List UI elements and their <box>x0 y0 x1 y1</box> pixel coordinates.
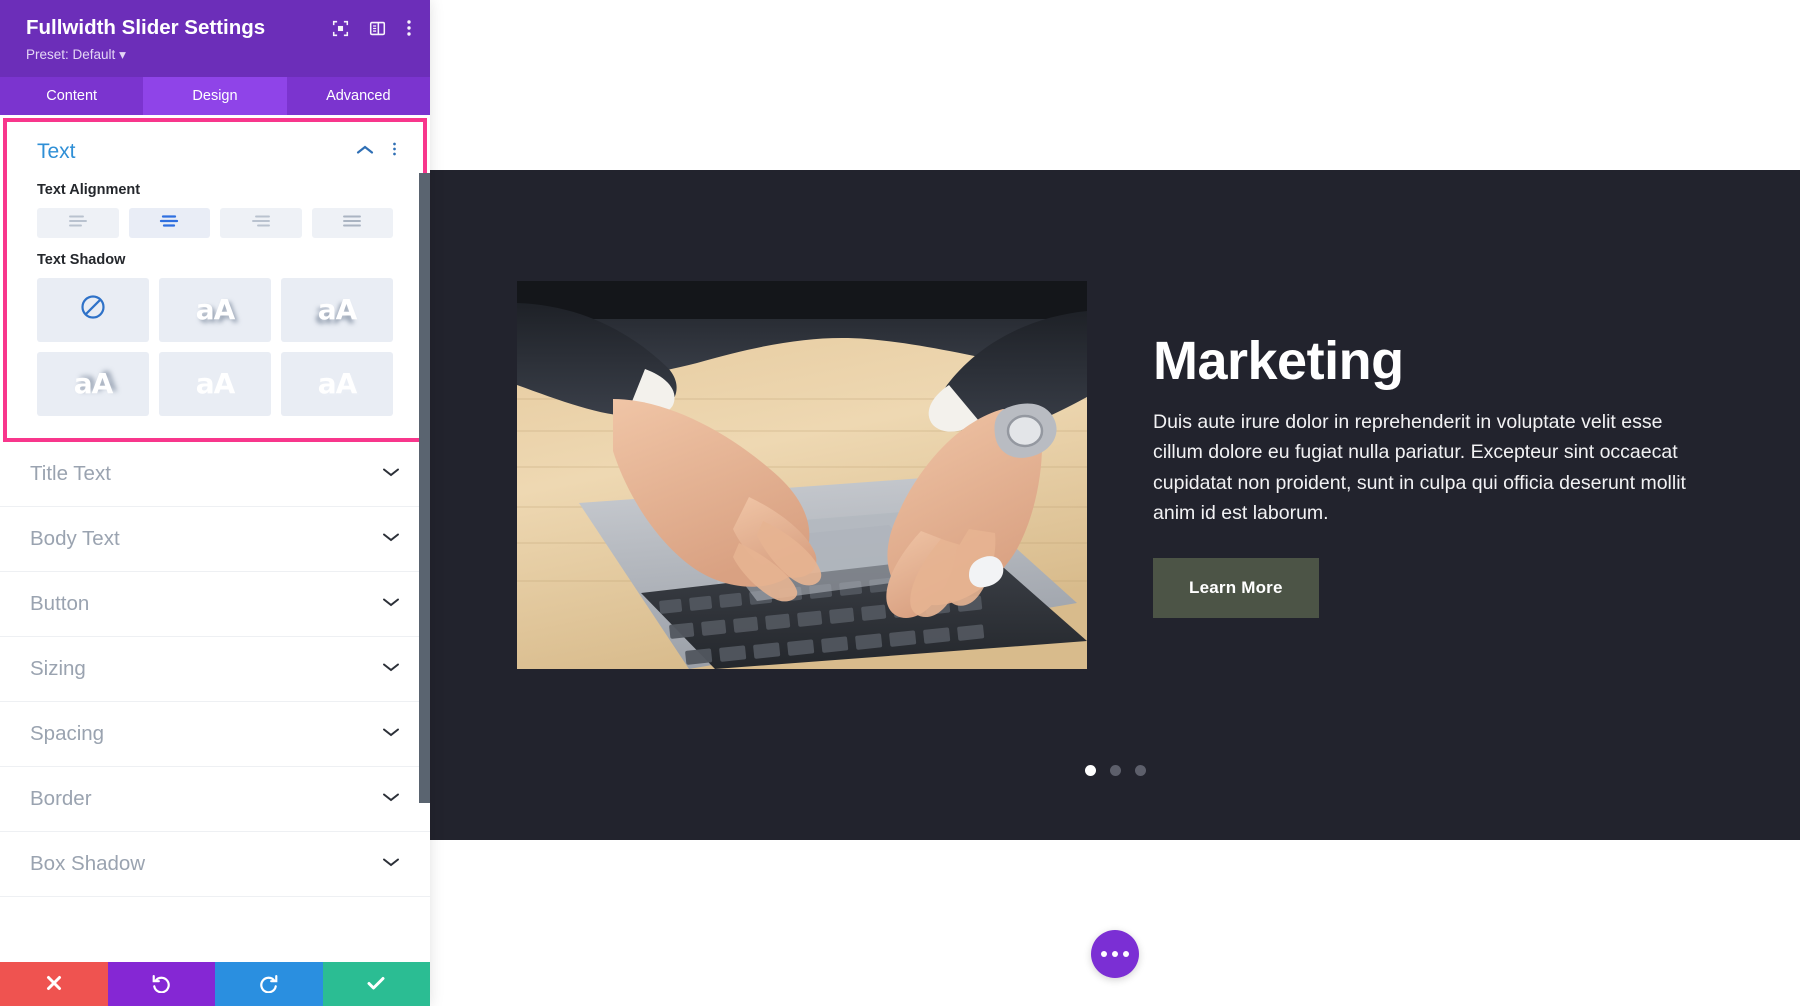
website-preview: Marketing Duis aute irure dolor in repre… <box>430 0 1800 1006</box>
cancel-button[interactable] <box>0 962 108 1006</box>
section-options-more-icon[interactable] <box>392 140 397 163</box>
section-text-title: Text <box>37 139 76 163</box>
module-settings-panel: Fullwidth Slider Settings Preset: Defaul… <box>0 0 430 1006</box>
text-shadow-preview-glyph: aA <box>317 366 358 400</box>
panel-scrollbar-thumb[interactable] <box>419 172 430 803</box>
chevron-down-icon <box>382 660 400 678</box>
redo-icon <box>259 973 279 996</box>
text-alignment-group <box>37 207 393 238</box>
text-alignment-label: Text Alignment <box>37 181 141 198</box>
slider-dot-1[interactable] <box>1084 765 1096 776</box>
section-sizing[interactable]: Sizing <box>0 636 430 702</box>
text-shadow-none-option[interactable] <box>37 277 149 342</box>
slider-dot-2[interactable] <box>1109 765 1121 776</box>
slide-image <box>517 281 1087 669</box>
section-spacing[interactable]: Spacing <box>0 701 430 767</box>
panel-header-actions <box>332 18 412 43</box>
chevron-down-icon <box>382 595 400 613</box>
align-left-icon <box>67 214 89 231</box>
page-settings-fab[interactable] <box>1091 930 1139 978</box>
text-shadow-outline-option[interactable]: aA <box>159 351 271 416</box>
text-shadow-preview-glyph: aA <box>73 366 114 400</box>
more-vertical-icon[interactable] <box>406 18 412 43</box>
tab-design[interactable]: Design <box>143 76 287 115</box>
close-icon <box>45 974 63 995</box>
section-text: Text Text Alignment Text Shadow aA aA aA… <box>3 117 427 442</box>
slide: Marketing Duis aute irure dolor in repre… <box>430 170 1800 840</box>
slide-title: Marketing <box>1153 330 1404 391</box>
slide-body-text: Duis aute irure dolor in reprehenderit i… <box>1153 411 1686 524</box>
panel-scroll-area: Text Text Alignment Text Shadow aA aA aA… <box>0 114 430 962</box>
chevron-down-icon <box>382 790 400 808</box>
check-icon <box>366 974 386 995</box>
slide-content: Marketing Duis aute irure dolor in repre… <box>1153 330 1713 619</box>
chevron-down-icon <box>382 465 400 483</box>
caret-down-icon: ▾ <box>119 46 126 62</box>
redo-button[interactable] <box>215 962 323 1006</box>
section-box-shadow[interactable]: Box Shadow <box>0 831 430 897</box>
app-root: Marketing Duis aute irure dolor in repre… <box>0 0 1800 1006</box>
align-right-button[interactable] <box>220 207 302 238</box>
section-body-text-label: Body Text <box>30 526 120 550</box>
chevron-down-icon <box>382 530 400 548</box>
text-shadow-label: Text Shadow <box>37 251 126 268</box>
chevron-up-icon[interactable] <box>356 143 374 161</box>
align-center-button[interactable] <box>128 207 210 238</box>
focus-icon[interactable] <box>332 20 349 42</box>
section-spacing-label: Spacing <box>30 721 105 745</box>
save-button[interactable] <box>322 962 430 1006</box>
panel-action-bar <box>0 962 430 1006</box>
field-text-shadow: Text Shadow aA aA aA aA aA <box>7 252 423 416</box>
text-shadow-bottom-left-option[interactable]: aA <box>37 351 149 416</box>
undo-button[interactable] <box>107 962 215 1006</box>
panel-tabs: Content Design Advanced <box>0 76 430 115</box>
align-right-icon <box>250 214 272 231</box>
text-shadow-preview-glyph: aA <box>195 292 236 326</box>
no-shadow-icon <box>79 293 107 326</box>
text-shadow-bottom-right-soft-option[interactable]: aA <box>281 277 393 342</box>
layout-panel-icon[interactable] <box>369 20 386 42</box>
section-button-label: Button <box>30 591 90 615</box>
section-title-text[interactable]: Title Text <box>0 441 430 507</box>
ellipsis-dot-2 <box>1112 951 1118 957</box>
slider-dot-3[interactable] <box>1134 765 1146 776</box>
section-border-label: Border <box>30 786 92 810</box>
section-button[interactable]: Button <box>0 571 430 637</box>
ellipsis-dot-3 <box>1123 951 1129 957</box>
slider-pagination <box>430 765 1800 776</box>
field-text-alignment: Text Alignment <box>7 182 423 238</box>
section-text-controls <box>356 140 401 163</box>
section-border[interactable]: Border <box>0 766 430 832</box>
tab-advanced[interactable]: Advanced <box>287 77 430 115</box>
chevron-down-icon <box>382 725 400 743</box>
align-justify-icon <box>341 214 363 231</box>
learn-more-button[interactable]: Learn More <box>1153 558 1319 619</box>
preset-label: Preset: Default <box>26 46 116 62</box>
text-shadow-bottom-right-option[interactable]: aA <box>159 277 271 342</box>
chevron-down-icon <box>382 855 400 873</box>
panel-header: Fullwidth Slider Settings Preset: Defaul… <box>0 0 430 77</box>
align-justify-button[interactable] <box>311 207 393 238</box>
text-shadow-preview-glyph: aA <box>195 366 236 400</box>
preset-selector[interactable]: Preset: Default ▾ <box>26 47 408 63</box>
section-body-text[interactable]: Body Text <box>0 506 430 572</box>
undo-icon <box>151 973 171 996</box>
align-left-button[interactable] <box>37 207 119 238</box>
align-center-icon <box>158 214 180 231</box>
section-title-text-label: Title Text <box>30 461 111 485</box>
panel-scrollbar[interactable] <box>419 115 430 962</box>
text-shadow-preset-grid: aA aA aA aA aA <box>37 277 393 416</box>
tab-content[interactable]: Content <box>0 77 143 115</box>
text-shadow-top-right-option[interactable]: aA <box>281 351 393 416</box>
section-sizing-label: Sizing <box>30 656 86 680</box>
section-text-header[interactable]: Text <box>7 122 423 168</box>
section-box-shadow-label: Box Shadow <box>30 851 146 875</box>
fullwidth-slider-module[interactable]: Marketing Duis aute irure dolor in repre… <box>430 170 1800 840</box>
text-shadow-preview-glyph: aA <box>317 292 358 326</box>
ellipsis-dot-1 <box>1101 951 1107 957</box>
